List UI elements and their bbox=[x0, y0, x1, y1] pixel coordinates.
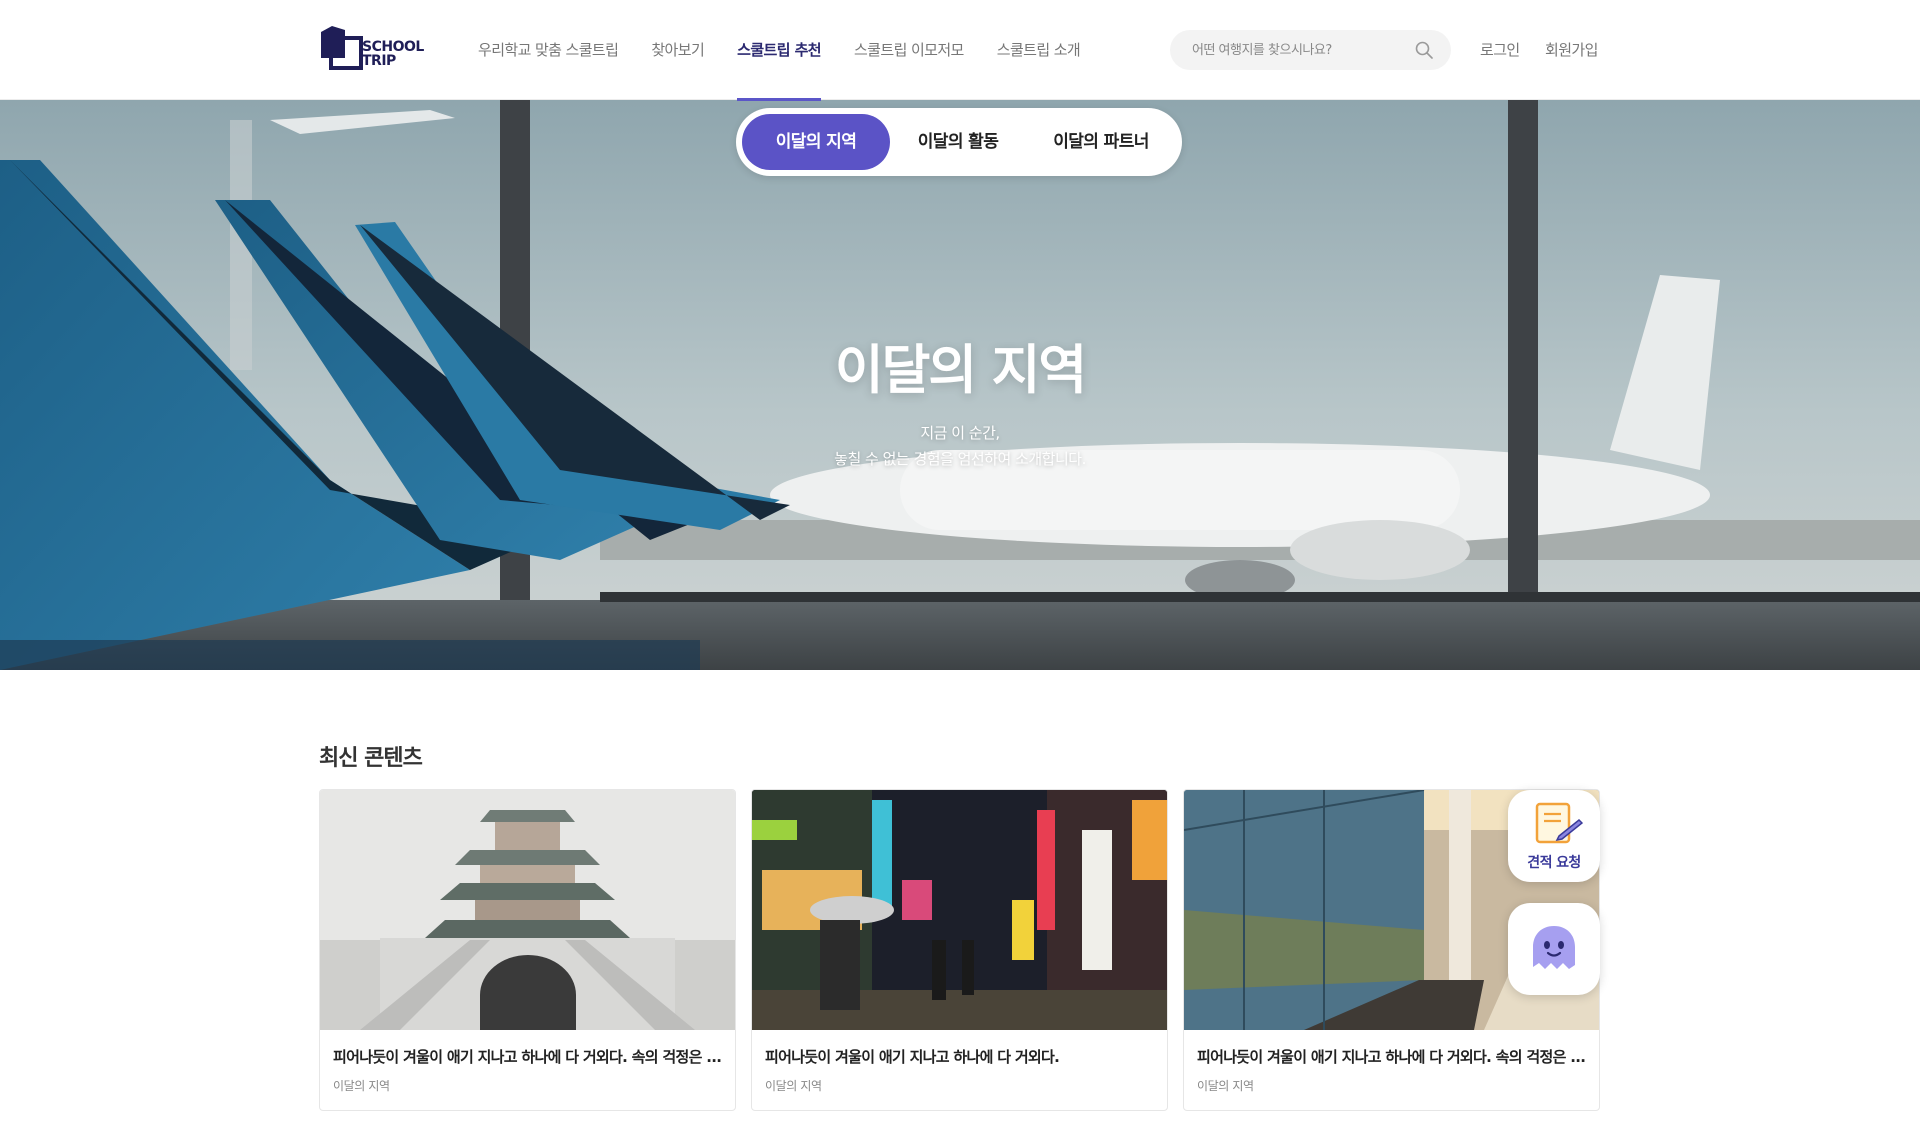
tab-activity-of-month[interactable]: 이달의 활동 bbox=[896, 114, 1020, 170]
tab-partner-of-month[interactable]: 이달의 파트너 bbox=[1026, 114, 1176, 170]
logo-mark-icon bbox=[321, 26, 363, 70]
hero-tab-bar: 이달의 지역 이달의 활동 이달의 파트너 bbox=[736, 108, 1182, 176]
nav-item-about[interactable]: 스쿨트립 소개 bbox=[997, 0, 1081, 100]
card-title: 피어나듯이 겨울이 애기 지나고 하나에 다 거외다. 속의 걱정은 ... bbox=[1197, 1048, 1586, 1066]
signup-link[interactable]: 회원가입 bbox=[1545, 0, 1598, 100]
latest-content-title: 최신 콘텐츠 bbox=[319, 746, 423, 771]
card-image-neon-street bbox=[752, 790, 1167, 1030]
nav-item-browse[interactable]: 찾아보기 bbox=[651, 0, 704, 100]
content-card[interactable]: 피어나듯이 겨울이 애기 지나고 하나에 다 거외다. 속의 걱정은 ... 이… bbox=[319, 789, 736, 1111]
card-category: 이달의 지역 bbox=[1197, 1079, 1254, 1093]
search-input[interactable] bbox=[1192, 30, 1412, 70]
hero-subtitle-line1: 지금 이 순간, bbox=[920, 424, 1000, 442]
school-trip-logo[interactable]: SCHOOL TRIP bbox=[319, 24, 431, 70]
search-box bbox=[1170, 30, 1451, 70]
content-card[interactable]: 피어나듯이 겨울이 애기 지나고 하나에 다 거외다. 이달의 지역 bbox=[751, 789, 1168, 1111]
quote-request-label: 견적 요청 bbox=[1527, 855, 1581, 871]
tab-region-of-month[interactable]: 이달의 지역 bbox=[742, 114, 890, 170]
chatbot-button[interactable] bbox=[1508, 903, 1600, 995]
card-image-pagoda bbox=[320, 790, 735, 1030]
hero-banner: 이달의 지역 이달의 활동 이달의 파트너 이달의 지역 지금 이 순간, 놓칠… bbox=[0, 100, 1920, 670]
site-header: SCHOOL TRIP 우리학교 맞춤 스쿨트립 찾아보기 스쿨트립 추천 스쿨… bbox=[0, 0, 1920, 101]
login-link[interactable]: 로그인 bbox=[1480, 0, 1520, 100]
hero-title: 이달의 지역 bbox=[834, 340, 1087, 401]
search-icon[interactable] bbox=[1415, 41, 1433, 59]
document-pen-icon bbox=[1535, 802, 1583, 844]
hero-subtitle-line2: 놓칠 수 없는 경험을 엄선하여 소개합니다. bbox=[834, 450, 1086, 468]
logo-text-trip: TRIP bbox=[362, 53, 396, 69]
nav-item-recommend[interactable]: 스쿨트립 추천 bbox=[737, 0, 822, 101]
main-nav: 우리학교 맞춤 스쿨트립 찾아보기 스쿨트립 추천 스쿨트립 이모저모 스쿨트립… bbox=[478, 0, 1113, 101]
chatbot-ghost-icon bbox=[1533, 926, 1575, 969]
nav-item-news[interactable]: 스쿨트립 이모저모 bbox=[854, 0, 964, 100]
card-category: 이달의 지역 bbox=[765, 1079, 822, 1093]
logo-text-school: SCHOOL bbox=[362, 39, 424, 55]
nav-item-custom-trip[interactable]: 우리학교 맞춤 스쿨트립 bbox=[478, 0, 619, 100]
card-category: 이달의 지역 bbox=[333, 1079, 390, 1093]
card-title: 피어나듯이 겨울이 애기 지나고 하나에 다 거외다. 속의 걱정은 ... bbox=[333, 1048, 722, 1066]
quote-request-button[interactable]: 견적 요청 bbox=[1508, 790, 1600, 882]
card-title: 피어나듯이 겨울이 애기 지나고 하나에 다 거외다. bbox=[765, 1048, 1060, 1066]
